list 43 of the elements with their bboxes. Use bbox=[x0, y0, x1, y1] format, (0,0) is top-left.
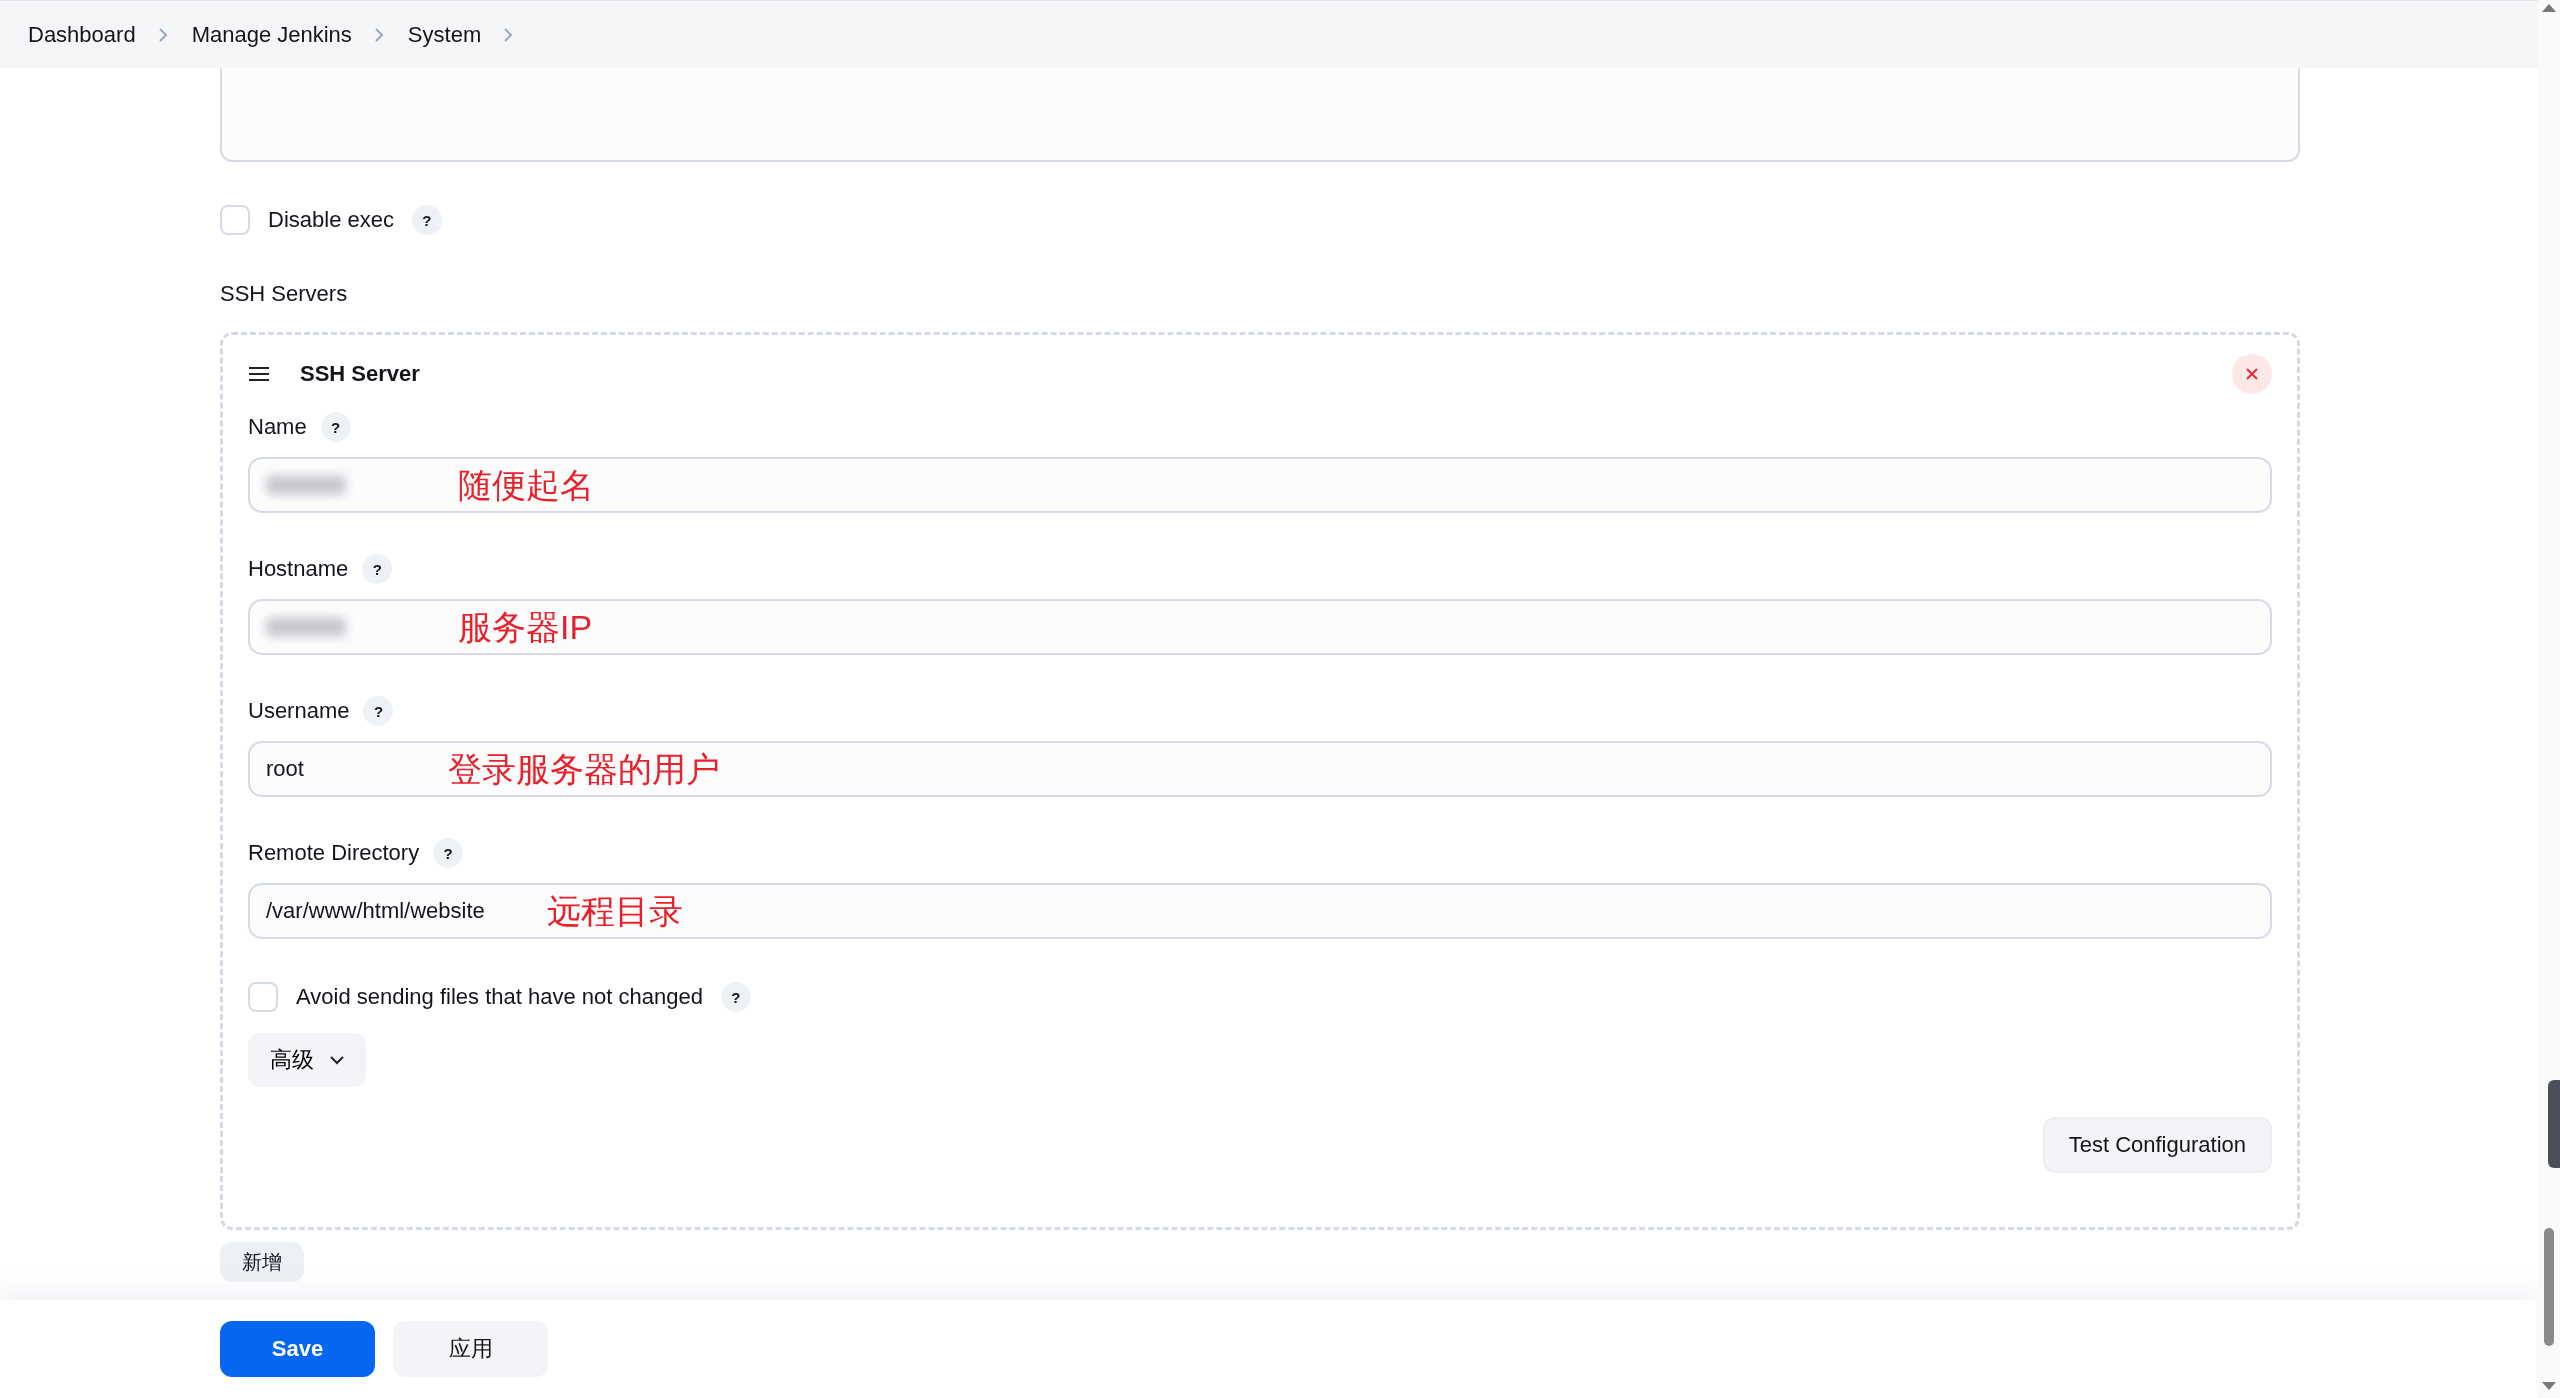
field-label: Name bbox=[248, 414, 307, 440]
help-button[interactable]: ? bbox=[433, 838, 464, 868]
annotation-text: 服务器IP bbox=[458, 607, 593, 648]
scroll-up-icon[interactable] bbox=[2542, 4, 2556, 12]
field-label: Hostname bbox=[248, 556, 349, 582]
chevron-right-icon bbox=[157, 26, 168, 43]
section-title: SSH Servers bbox=[220, 280, 349, 308]
checkbox-label: Disable exec bbox=[268, 207, 394, 233]
help-button[interactable]: ? bbox=[411, 205, 442, 235]
field-label: Username bbox=[248, 698, 350, 724]
help-button[interactable]: ? bbox=[720, 982, 751, 1012]
chevron-right-icon bbox=[373, 26, 384, 43]
card-title: SSH Server bbox=[300, 361, 421, 387]
breadcrumb-link[interactable]: Manage Jenkins bbox=[191, 17, 352, 52]
annotation-text: 随便起名 bbox=[458, 465, 594, 506]
advanced-button[interactable]: 高级 bbox=[248, 1033, 366, 1087]
input-field[interactable] bbox=[248, 599, 2272, 655]
annotation-text: 登录服务器的用户 bbox=[448, 749, 720, 790]
test-configuration-button[interactable]: Test Configuration bbox=[2042, 1117, 2272, 1173]
checkbox[interactable] bbox=[248, 982, 278, 1012]
help-button[interactable]: ? bbox=[362, 554, 393, 584]
input-field[interactable] bbox=[248, 457, 2272, 513]
help-button[interactable]: ? bbox=[320, 412, 351, 442]
scrollbar[interactable] bbox=[2538, 0, 2560, 1398]
close-icon bbox=[2245, 367, 2259, 381]
breadcrumb-link[interactable]: Dashboard bbox=[28, 17, 136, 52]
field-label: Remote Directory bbox=[248, 840, 420, 866]
meter-widget-icon[interactable] bbox=[2548, 1080, 2560, 1168]
checkbox[interactable] bbox=[220, 205, 250, 235]
breadcrumb-link[interactable]: System bbox=[407, 17, 482, 52]
annotation-text: 远程目录 bbox=[547, 891, 683, 932]
scroll-down-icon[interactable] bbox=[2542, 1382, 2556, 1390]
checkbox-label: Avoid sending files that have not changed bbox=[296, 984, 703, 1010]
close-button[interactable] bbox=[2232, 354, 2272, 394]
drag-handle-icon[interactable] bbox=[248, 367, 270, 381]
text-area[interactable] bbox=[220, 68, 2300, 162]
save-button[interactable]: Save bbox=[220, 1321, 375, 1377]
apply-button[interactable]: 应用 bbox=[393, 1321, 548, 1377]
caret-icon bbox=[330, 1055, 344, 1065]
chevron-right-icon bbox=[503, 26, 514, 43]
add-button[interactable]: 新增 bbox=[220, 1242, 304, 1282]
scrollbar-thumb[interactable] bbox=[2544, 1228, 2554, 1346]
help-button[interactable]: ? bbox=[363, 696, 394, 726]
